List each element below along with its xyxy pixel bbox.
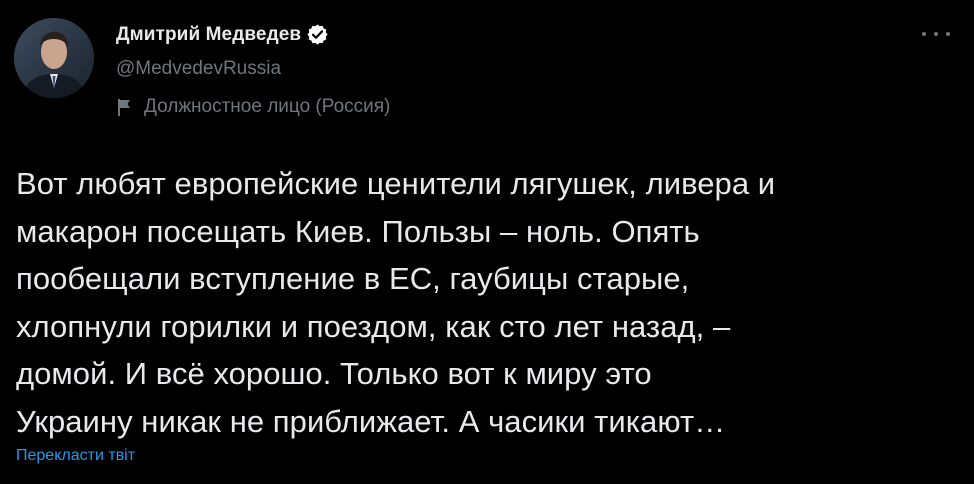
flag-icon <box>116 96 134 118</box>
tweet-text-line: Вот любят европейские ценители лягушек, … <box>16 166 776 201</box>
affiliation-label: Должностное лицо (Россия) <box>116 96 390 118</box>
translate-link[interactable]: Перекласти твіт <box>16 447 135 465</box>
avatar[interactable] <box>14 18 94 98</box>
author-name[interactable]: Дмитрий Медведев <box>116 24 301 46</box>
tweet-text-line: макарон посещать Киев. Пользы – ноль. Оп… <box>16 213 700 249</box>
tweet-text: Вот любят европейские ценители лягушек, … <box>16 160 960 445</box>
more-dots-icon[interactable] <box>922 26 950 42</box>
verified-badge-icon <box>306 23 329 46</box>
tweet-text-line: Украину никак не приближает. А часики ти… <box>16 403 726 439</box>
tweet-text-line: хлопнули горилки и поездом, как сто лет … <box>16 308 731 344</box>
tweet-text-line: пообещали вступление в ЕС, гаубицы стары… <box>16 261 690 296</box>
affiliation-label-text: Должностное лицо (Россия) <box>144 96 391 117</box>
author-name-row: Дмитрий Медведев <box>116 23 329 46</box>
tweet: Дмитрий Медведев @MedvedevRussia Должнос… <box>0 0 974 484</box>
author-handle[interactable]: @MedvedevRussia <box>116 58 281 80</box>
tweet-text-line: домой. И всё хорошо. Только вот к миру э… <box>16 356 652 391</box>
